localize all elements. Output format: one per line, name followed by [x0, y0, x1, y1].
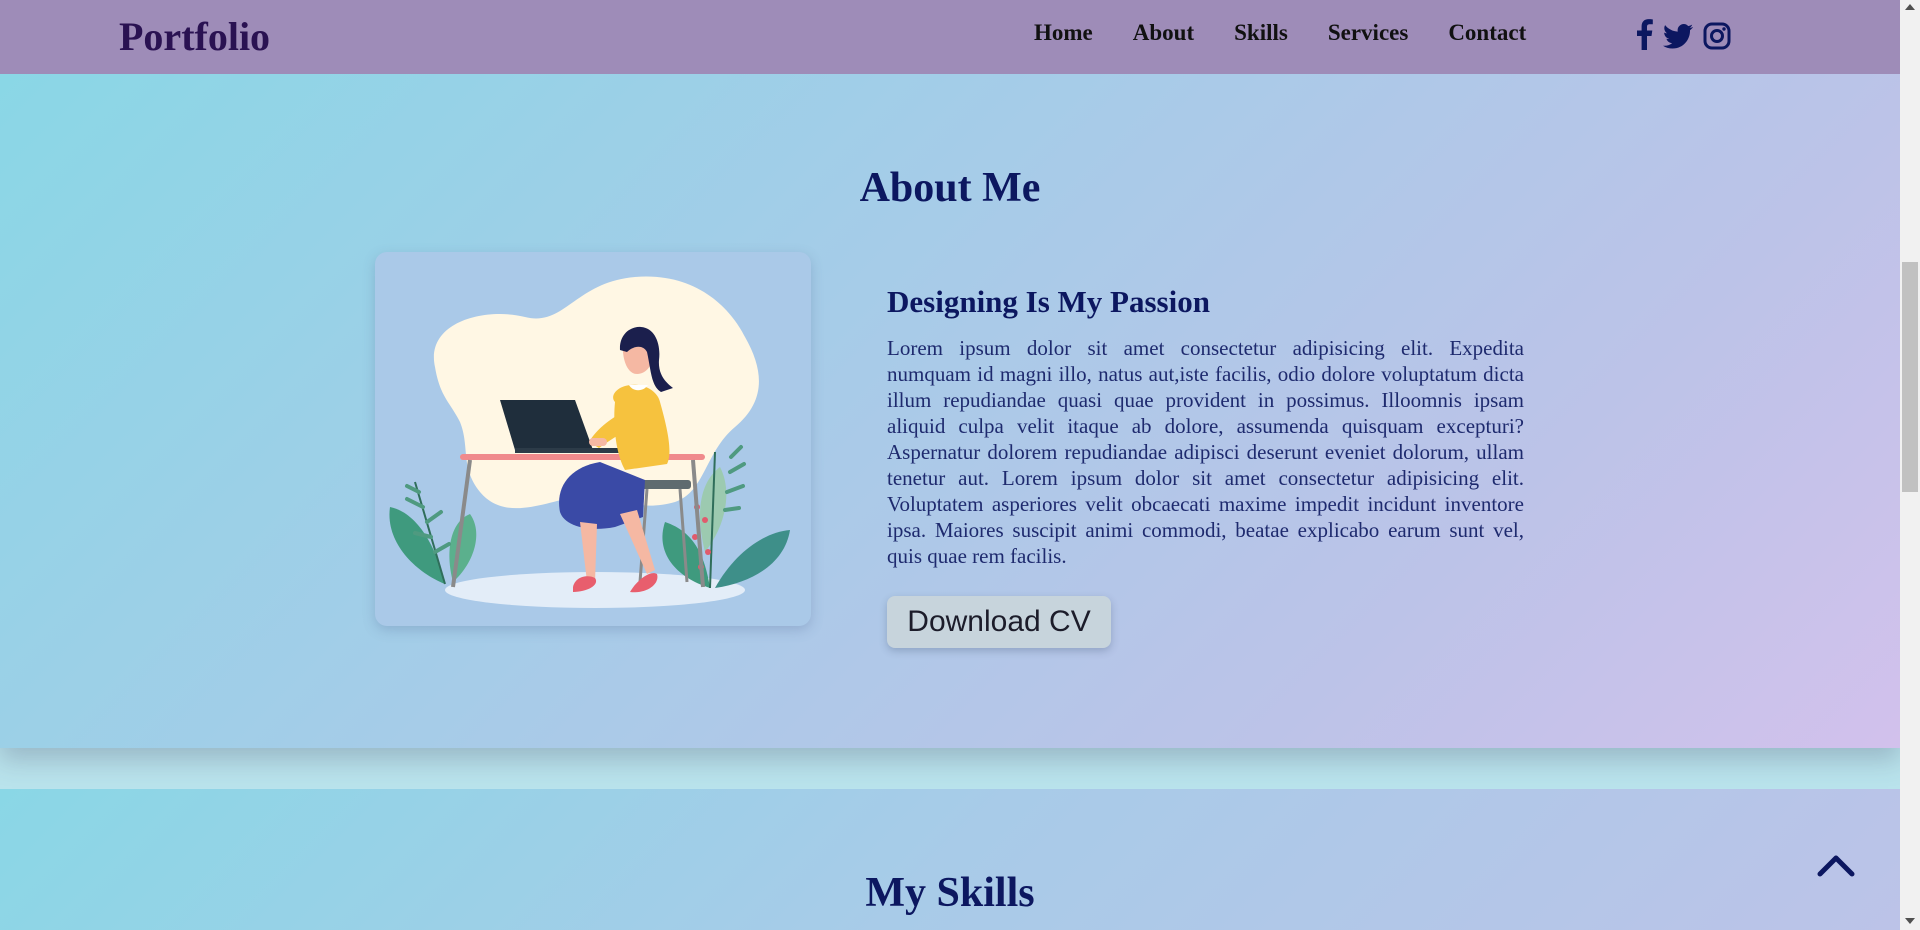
nav-link-services[interactable]: Services	[1328, 18, 1408, 48]
twitter-icon[interactable]	[1663, 18, 1693, 52]
facebook-icon[interactable]	[1636, 18, 1653, 52]
nav-link-skills[interactable]: Skills	[1234, 18, 1288, 48]
about-subtitle: Designing Is My Passion	[887, 284, 1210, 319]
nav-link-about[interactable]: About	[1133, 18, 1194, 48]
skills-section: My Skills	[0, 789, 1900, 930]
page: Portfolio Home About Skills Services Con…	[0, 0, 1900, 930]
vertical-scrollbar[interactable]	[1900, 0, 1920, 930]
navbar: Portfolio Home About Skills Services Con…	[0, 0, 1900, 74]
scroll-up-arrow-icon[interactable]	[1905, 4, 1915, 10]
about-section: About Me Designing Is My Passion Lorem i…	[0, 74, 1900, 748]
scrollbar-thumb[interactable]	[1902, 262, 1918, 492]
download-cv-button[interactable]: Download CV	[887, 596, 1111, 648]
instagram-icon[interactable]	[1703, 18, 1731, 52]
scroll-down-arrow-icon[interactable]	[1905, 918, 1915, 924]
skills-title: My Skills	[865, 870, 1035, 916]
about-title: About Me	[859, 165, 1041, 211]
nav-link-contact[interactable]: Contact	[1448, 18, 1526, 48]
social-links	[1636, 18, 1731, 52]
about-illustration	[375, 252, 811, 626]
nav-link-home[interactable]: Home	[1034, 18, 1093, 48]
chevron-up-icon	[1817, 855, 1855, 877]
scroll-to-top-button[interactable]	[1816, 850, 1856, 878]
about-paragraph: Lorem ipsum dolor sit amet consectetur a…	[887, 336, 1524, 568]
nav-links: Home About Skills Services Contact	[1034, 18, 1566, 48]
logo[interactable]: Portfolio	[119, 12, 270, 62]
